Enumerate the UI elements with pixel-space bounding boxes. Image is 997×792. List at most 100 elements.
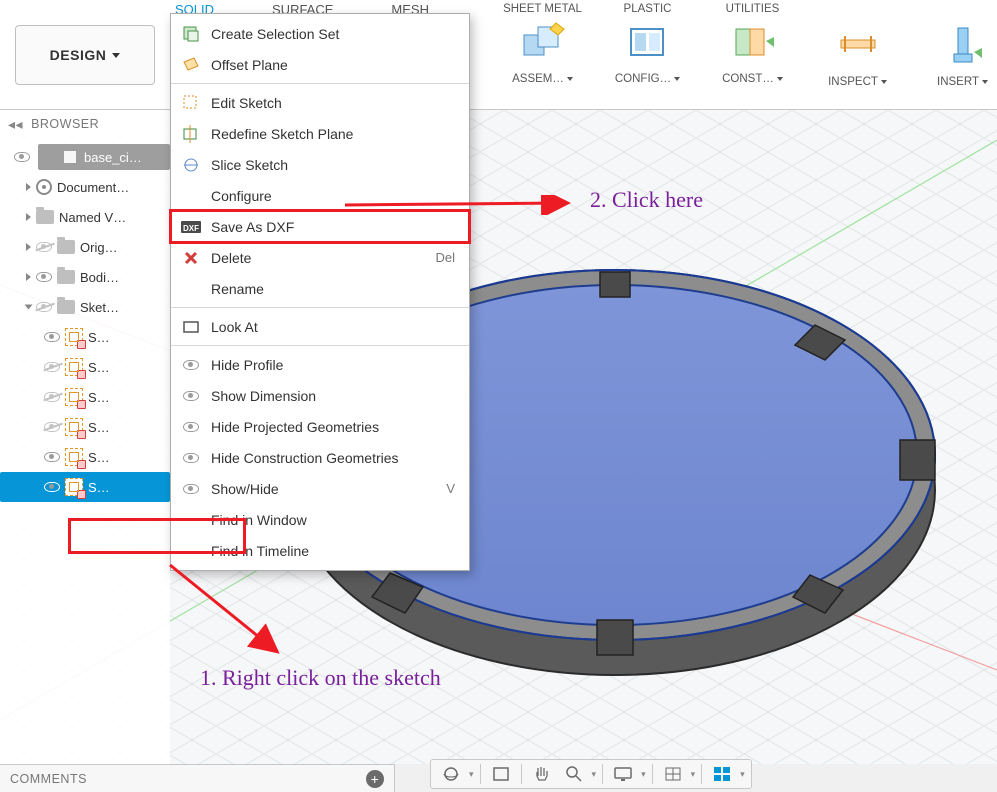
visibility-off-icon[interactable] bbox=[44, 392, 60, 402]
tree-label: Document… bbox=[57, 180, 129, 195]
menu-show-hide[interactable]: Show/Hide V bbox=[171, 473, 469, 504]
menu-separator bbox=[171, 83, 469, 84]
delete-icon bbox=[181, 248, 201, 268]
ribbon-tool-assemble[interactable]: SHEET METAL ASSEM… bbox=[490, 3, 595, 85]
tree-label: S… bbox=[88, 330, 110, 345]
menu-offset-plane[interactable]: Offset Plane bbox=[171, 49, 469, 80]
visibility-off-icon[interactable] bbox=[44, 422, 60, 432]
orbit-button[interactable] bbox=[437, 762, 465, 786]
menu-rename[interactable]: Rename bbox=[171, 273, 469, 304]
chevron-left-icon: ◂◂ bbox=[8, 116, 23, 133]
tree-item-sketch-selected[interactable]: S… bbox=[0, 472, 170, 502]
browser-tree: base_ci… Document… Named V… Orig… Bodi… bbox=[0, 138, 170, 506]
dxf-icon: DXF bbox=[181, 217, 201, 237]
display-button[interactable] bbox=[609, 762, 637, 786]
menu-slice-sketch[interactable]: Slice Sketch bbox=[171, 149, 469, 180]
menu-look-at[interactable]: Look At bbox=[171, 311, 469, 342]
menu-find-in-window[interactable]: Find in Window bbox=[171, 504, 469, 535]
menu-hide-construction-geometries[interactable]: Hide Construction Geometries bbox=[171, 442, 469, 473]
pan-button[interactable] bbox=[528, 762, 556, 786]
header-plastic: PLASTIC bbox=[595, 3, 700, 15]
look-at-icon bbox=[181, 317, 201, 337]
menu-edit-sketch[interactable]: Edit Sketch bbox=[171, 87, 469, 118]
tree-item-document-settings[interactable]: Document… bbox=[0, 172, 170, 202]
disclosure-triangle-icon[interactable] bbox=[26, 243, 31, 251]
look-at-button[interactable] bbox=[487, 762, 515, 786]
visibility-icon[interactable] bbox=[44, 452, 60, 462]
viewport-button[interactable] bbox=[708, 762, 736, 786]
menu-redefine-sketch-plane[interactable]: Redefine Sketch Plane bbox=[171, 118, 469, 149]
ribbon-tool-configure[interactable]: PLASTIC CONFIG… bbox=[595, 3, 700, 85]
tree-label: Sket… bbox=[80, 300, 119, 315]
design-button-label: DESIGN bbox=[50, 47, 107, 63]
edit-sketch-icon bbox=[181, 93, 201, 113]
caret-down-icon bbox=[567, 77, 573, 81]
root-component[interactable]: base_ci… bbox=[38, 144, 170, 170]
menu-configure[interactable]: Configure bbox=[171, 180, 469, 211]
slice-icon bbox=[181, 155, 201, 175]
lock-icon bbox=[77, 340, 86, 349]
menu-hide-profile[interactable]: Hide Profile bbox=[171, 349, 469, 380]
disclosure-triangle-icon[interactable] bbox=[26, 213, 31, 221]
tree-label: Named V… bbox=[59, 210, 126, 225]
grid-button[interactable] bbox=[659, 762, 687, 786]
sketch-icon bbox=[65, 388, 83, 406]
design-workspace-button[interactable]: DESIGN bbox=[15, 25, 155, 85]
visibility-icon[interactable] bbox=[44, 482, 60, 492]
ribbon-tool-construct[interactable]: UTILITIES CONST… bbox=[700, 3, 805, 85]
disclosure-triangle-icon[interactable] bbox=[26, 183, 31, 191]
sketch-icon bbox=[65, 448, 83, 466]
tree-item-origin[interactable]: Orig… bbox=[0, 232, 170, 262]
menu-create-selection-set[interactable]: Create Selection Set bbox=[171, 18, 469, 49]
menu-label: Delete bbox=[211, 250, 251, 266]
add-comment-button[interactable]: + bbox=[366, 770, 384, 788]
comments-bar[interactable]: COMMENTS + bbox=[0, 764, 395, 792]
menu-save-as-dxf[interactable]: DXF Save As DXF bbox=[171, 211, 469, 242]
separator bbox=[521, 764, 522, 784]
menu-show-dimension[interactable]: Show Dimension bbox=[171, 380, 469, 411]
menu-hide-projected-geometries[interactable]: Hide Projected Geometries bbox=[171, 411, 469, 442]
menu-label: Slice Sketch bbox=[211, 157, 288, 173]
lock-icon bbox=[77, 490, 86, 499]
separator bbox=[652, 764, 653, 784]
configure-icon bbox=[625, 19, 671, 65]
visibility-icon[interactable] bbox=[44, 332, 60, 342]
menu-label: Hide Projected Geometries bbox=[211, 419, 379, 435]
assemble-icon bbox=[520, 19, 566, 65]
disclosure-triangle-icon[interactable] bbox=[26, 273, 31, 281]
nav-toolbar: ▾ ▾ ▾ ▾ ▾ bbox=[430, 759, 752, 789]
menu-label: Rename bbox=[211, 281, 264, 297]
folder-icon bbox=[57, 240, 75, 254]
tree-item-bodies[interactable]: Bodi… bbox=[0, 262, 170, 292]
menu-delete[interactable]: Delete Del bbox=[171, 242, 469, 273]
browser-panel: ◂◂ BROWSER base_ci… Document… Named V… O… bbox=[0, 110, 170, 764]
eye-icon bbox=[181, 386, 201, 406]
visibility-icon[interactable] bbox=[14, 152, 30, 162]
visibility-off-icon[interactable] bbox=[44, 362, 60, 372]
separator bbox=[480, 764, 481, 784]
tree-item-sketches[interactable]: Sket… bbox=[0, 292, 170, 322]
visibility-icon[interactable] bbox=[36, 272, 52, 282]
tree-item-sketch[interactable]: S… bbox=[0, 442, 170, 472]
menu-find-in-timeline[interactable]: Find in Timeline bbox=[171, 535, 469, 566]
separator bbox=[602, 764, 603, 784]
visibility-off-icon[interactable] bbox=[36, 302, 52, 312]
ribbon-tool-label: ASSEM… bbox=[512, 73, 564, 85]
blank-icon bbox=[181, 186, 201, 206]
offset-plane-icon bbox=[181, 55, 201, 75]
tree-item-sketch[interactable]: S… bbox=[0, 352, 170, 382]
visibility-off-icon[interactable] bbox=[36, 242, 52, 252]
disclosure-triangle-icon[interactable] bbox=[25, 305, 33, 310]
zoom-button[interactable] bbox=[560, 762, 588, 786]
blank-icon bbox=[181, 279, 201, 299]
browser-header[interactable]: ◂◂ BROWSER bbox=[0, 110, 170, 138]
ribbon-tool-insert[interactable]: INSERT bbox=[910, 22, 997, 88]
tree-label: S… bbox=[88, 360, 110, 375]
menu-label: Redefine Sketch Plane bbox=[211, 126, 353, 142]
tree-item-sketch[interactable]: S… bbox=[0, 382, 170, 412]
tree-item-sketch[interactable]: S… bbox=[0, 412, 170, 442]
tree-item-sketch[interactable]: S… bbox=[0, 322, 170, 352]
tree-item-named-views[interactable]: Named V… bbox=[0, 202, 170, 232]
ribbon-tool-inspect[interactable]: INSPECT bbox=[805, 22, 910, 88]
ribbon-tool-label: CONST… bbox=[722, 73, 774, 85]
